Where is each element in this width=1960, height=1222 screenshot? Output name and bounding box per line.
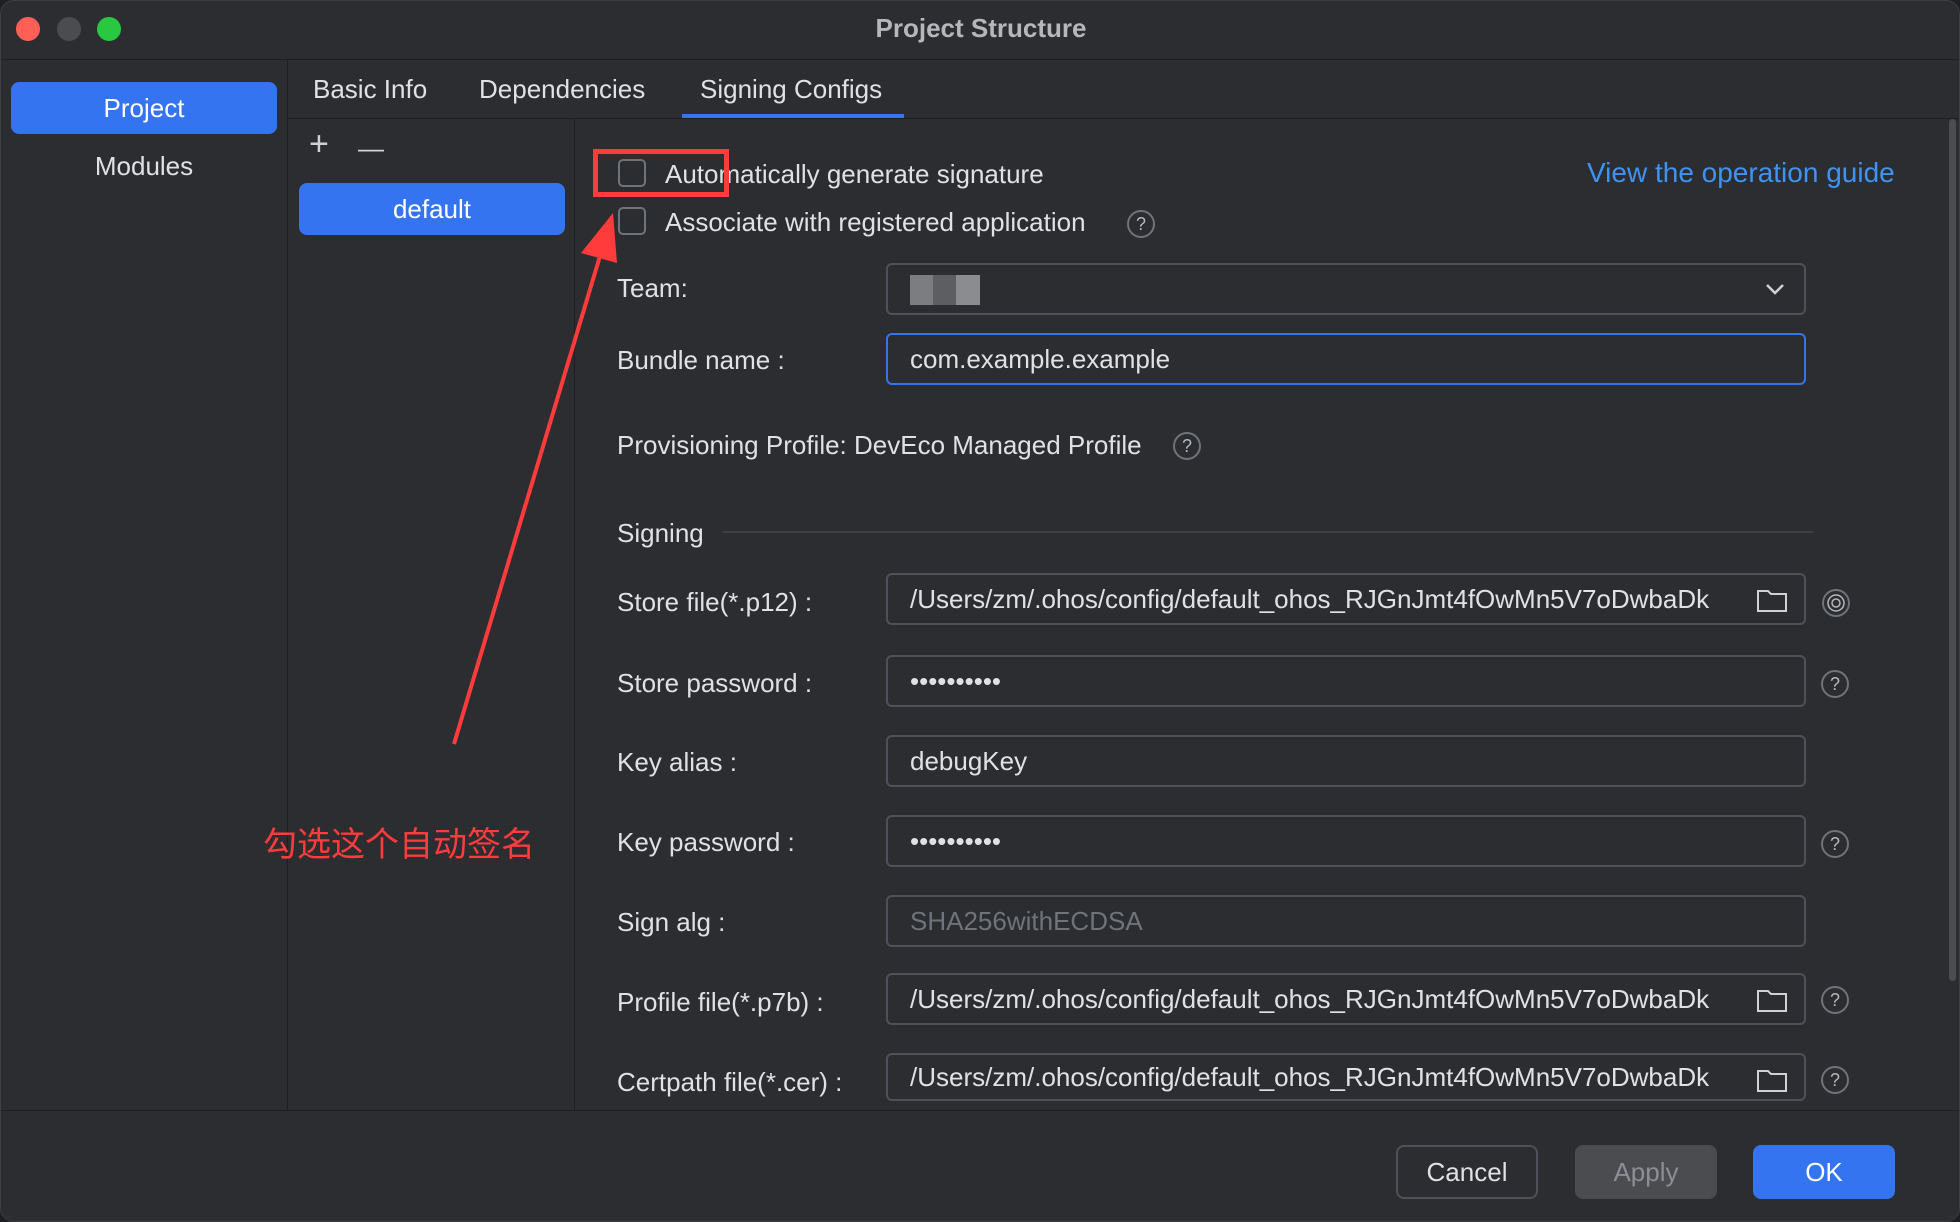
- annotation-arrow: [452, 213, 617, 745]
- project-structure-window: Project Structure Project Modules Basic …: [0, 0, 1960, 1222]
- annotation-text: 勾选这个自动签名: [263, 826, 535, 864]
